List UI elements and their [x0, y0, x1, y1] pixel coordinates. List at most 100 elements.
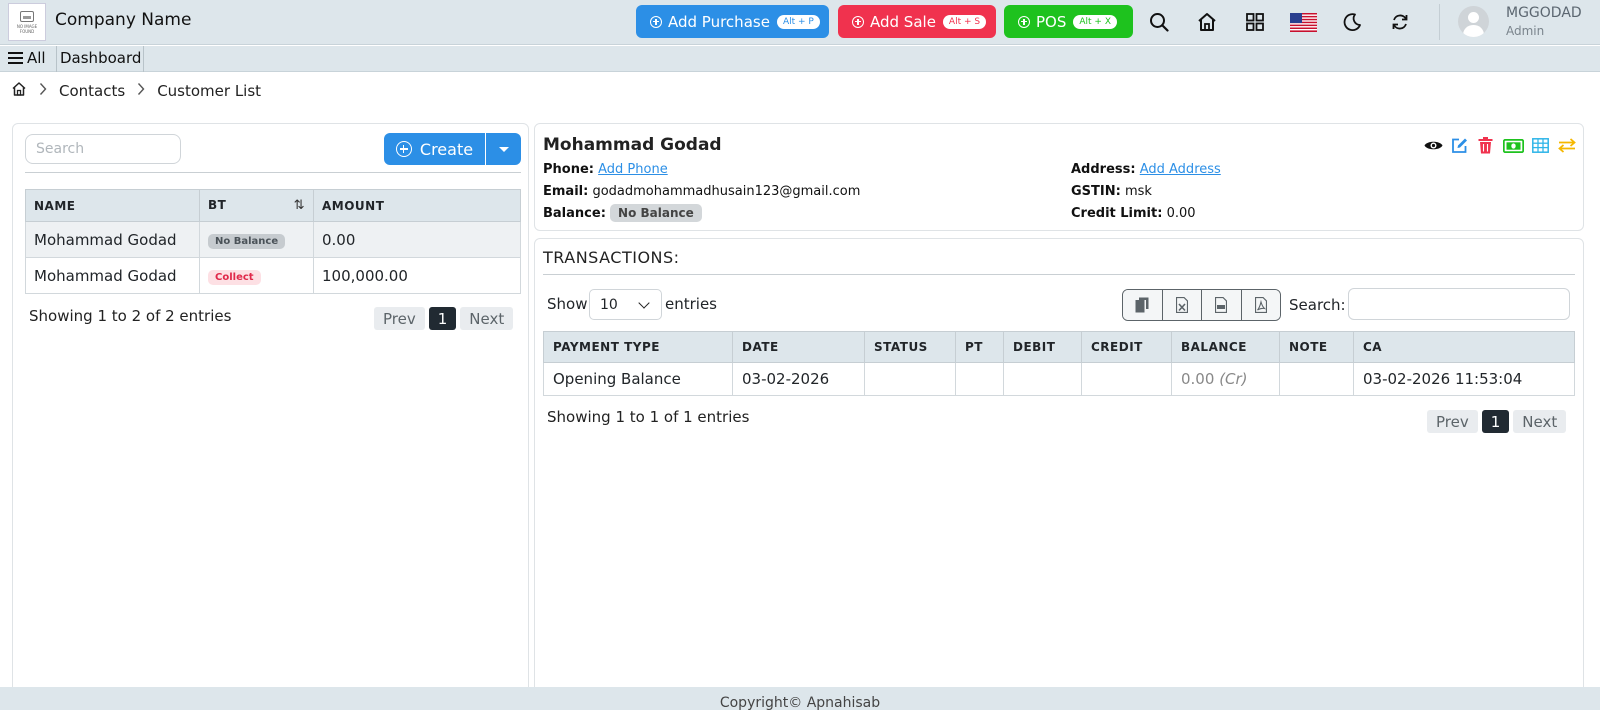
gstin-label: GSTIN: — [1071, 184, 1121, 199]
column-header-balance[interactable]: BALANCE — [1171, 331, 1280, 363]
credit-cell — [1081, 362, 1172, 396]
amount-cell: 100,000.00 — [313, 257, 521, 294]
us-flag-icon[interactable] — [1289, 10, 1317, 34]
balance-value: 0.00 — [1181, 370, 1215, 388]
column-header-payment-type[interactable]: PAYMENT TYPE — [543, 331, 733, 363]
date-cell: 03-02-2026 — [732, 362, 865, 396]
transaction-search-input[interactable] — [1348, 288, 1570, 320]
apps-grid-icon[interactable] — [1243, 10, 1267, 34]
sub-nav-bar: All Dashboard — [0, 46, 1600, 72]
column-header-pt[interactable]: PT — [955, 331, 1004, 363]
next-page-button[interactable]: Next — [460, 307, 514, 330]
gstin-line: GSTIN: msk — [1071, 184, 1152, 199]
pdf-icon[interactable] — [1241, 290, 1280, 320]
page-1-button[interactable]: 1 — [428, 307, 457, 330]
customer-search-input[interactable]: Search — [25, 134, 181, 164]
credit-limit-value: 0.00 — [1166, 206, 1196, 221]
column-header-note[interactable]: NOTE — [1279, 331, 1354, 363]
amount-cell: 0.00 — [313, 221, 521, 258]
customer-name[interactable]: Mohammad Godad — [25, 257, 200, 294]
page-1-button[interactable]: 1 — [1481, 410, 1510, 433]
create-button[interactable]: Create — [384, 133, 485, 165]
page-size-select[interactable]: 10 — [589, 289, 662, 320]
ledger-grid-icon[interactable] — [1531, 136, 1550, 155]
shortcut-badge: Alt + S — [942, 14, 987, 29]
payment-type-cell: Opening Balance — [543, 362, 733, 396]
balance-cell: 0.00 (Cr) — [1171, 362, 1280, 396]
prev-page-button[interactable]: Prev — [374, 307, 425, 330]
next-page-button[interactable]: Next — [1513, 410, 1567, 433]
customer-name[interactable]: Mohammad Godad — [25, 221, 200, 258]
column-header-date[interactable]: DATE — [732, 331, 865, 363]
company-logo[interactable]: NO IMAGE FOUND — [8, 3, 46, 41]
home-icon[interactable] — [1195, 10, 1219, 34]
breadcrumb-contacts[interactable]: Contacts — [59, 82, 125, 100]
create-label: Create — [419, 139, 474, 159]
column-header-status[interactable]: STATUS — [864, 331, 956, 363]
transactions-title: TRANSACTIONS: — [543, 248, 680, 267]
add-sale-button[interactable]: Add Sale Alt + S — [838, 5, 996, 38]
sort-icon[interactable]: ⇅ — [294, 198, 305, 213]
shortcut-badge: Alt + P — [776, 14, 820, 29]
dashboard-link[interactable]: Dashboard — [60, 49, 141, 67]
view-icon[interactable] — [1424, 136, 1443, 155]
user-role: Admin — [1506, 24, 1545, 38]
shortcut-badge: Alt + X — [1073, 14, 1117, 29]
table-row[interactable]: Opening Balance 03-02-2026 0.00 (Cr) 03-… — [543, 362, 1575, 396]
logo-placeholder-text: NO IMAGE FOUND — [16, 23, 38, 34]
edit-icon[interactable] — [1450, 136, 1469, 155]
add-phone-link[interactable]: Add Phone — [598, 162, 668, 177]
balance-suffix: (Cr) — [1219, 370, 1248, 388]
customer-pagination: Prev 1 Next — [374, 307, 514, 330]
page-size-value: 10 — [600, 296, 618, 313]
company-name[interactable]: Company Name — [55, 10, 191, 30]
excel-icon[interactable] — [1162, 290, 1202, 320]
table-row[interactable]: Mohammad Godad Collect 100,000.00 — [25, 257, 521, 294]
user-name[interactable]: MGGODAD — [1506, 5, 1582, 21]
pt-cell — [955, 362, 1004, 396]
transfer-icon[interactable] — [1557, 136, 1576, 155]
divider — [143, 46, 144, 72]
export-button-group — [1122, 289, 1281, 321]
delete-icon[interactable] — [1476, 136, 1495, 155]
copyright-text: Copyright© Apnahisab — [719, 695, 881, 710]
refresh-icon[interactable] — [1388, 10, 1412, 34]
table-row[interactable]: Mohammad Godad No Balance 0.00 — [25, 221, 521, 258]
address-line: Address: Add Address — [1071, 162, 1221, 177]
csv-icon[interactable] — [1202, 290, 1242, 320]
customer-entries-info: Showing 1 to 2 of 2 entries — [29, 307, 232, 325]
add-purchase-label: Add Purchase — [668, 12, 770, 31]
create-dropdown-toggle[interactable] — [486, 133, 521, 165]
add-address-link[interactable]: Add Address — [1140, 162, 1221, 177]
transaction-pagination: Prev 1 Next — [1427, 410, 1567, 433]
avatar[interactable] — [1458, 6, 1489, 37]
column-header-debit[interactable]: DEBIT — [1003, 331, 1082, 363]
status-badge: No Balance — [208, 234, 286, 249]
email-label: Email: — [543, 184, 589, 199]
search-icon[interactable] — [1147, 10, 1171, 34]
column-header-name[interactable]: NAME — [25, 189, 200, 222]
all-menu-button[interactable]: All — [8, 49, 46, 67]
column-header-bt[interactable]: BT ⇅ — [199, 189, 314, 222]
column-header-bt-label: BT — [208, 198, 227, 212]
add-purchase-button[interactable]: Add Purchase Alt + P — [636, 5, 829, 38]
column-header-ca[interactable]: CA — [1353, 331, 1575, 363]
caret-down-icon — [498, 146, 509, 152]
moon-icon[interactable] — [1340, 10, 1364, 34]
credit-limit-line: Credit Limit: 0.00 — [1071, 206, 1196, 221]
copy-icon[interactable] — [1123, 290, 1163, 320]
customer-actions — [1424, 136, 1576, 155]
column-header-credit[interactable]: CREDIT — [1081, 331, 1172, 363]
breadcrumb-home-icon[interactable] — [11, 81, 27, 101]
column-header-amount[interactable]: AMOUNT — [313, 189, 521, 222]
payment-icon[interactable] — [1502, 136, 1524, 155]
transaction-search-label: Search: — [1289, 296, 1346, 314]
chevron-right-icon — [39, 82, 47, 100]
pos-button[interactable]: POS Alt + X — [1004, 5, 1133, 38]
chevron-right-icon — [137, 82, 145, 100]
balance-line: Balance: No Balance — [543, 204, 702, 222]
image-placeholder-icon — [20, 10, 34, 22]
footer: Copyright© Apnahisab — [0, 687, 1600, 710]
prev-page-button[interactable]: Prev — [1427, 410, 1478, 433]
hamburger-icon — [8, 52, 23, 64]
